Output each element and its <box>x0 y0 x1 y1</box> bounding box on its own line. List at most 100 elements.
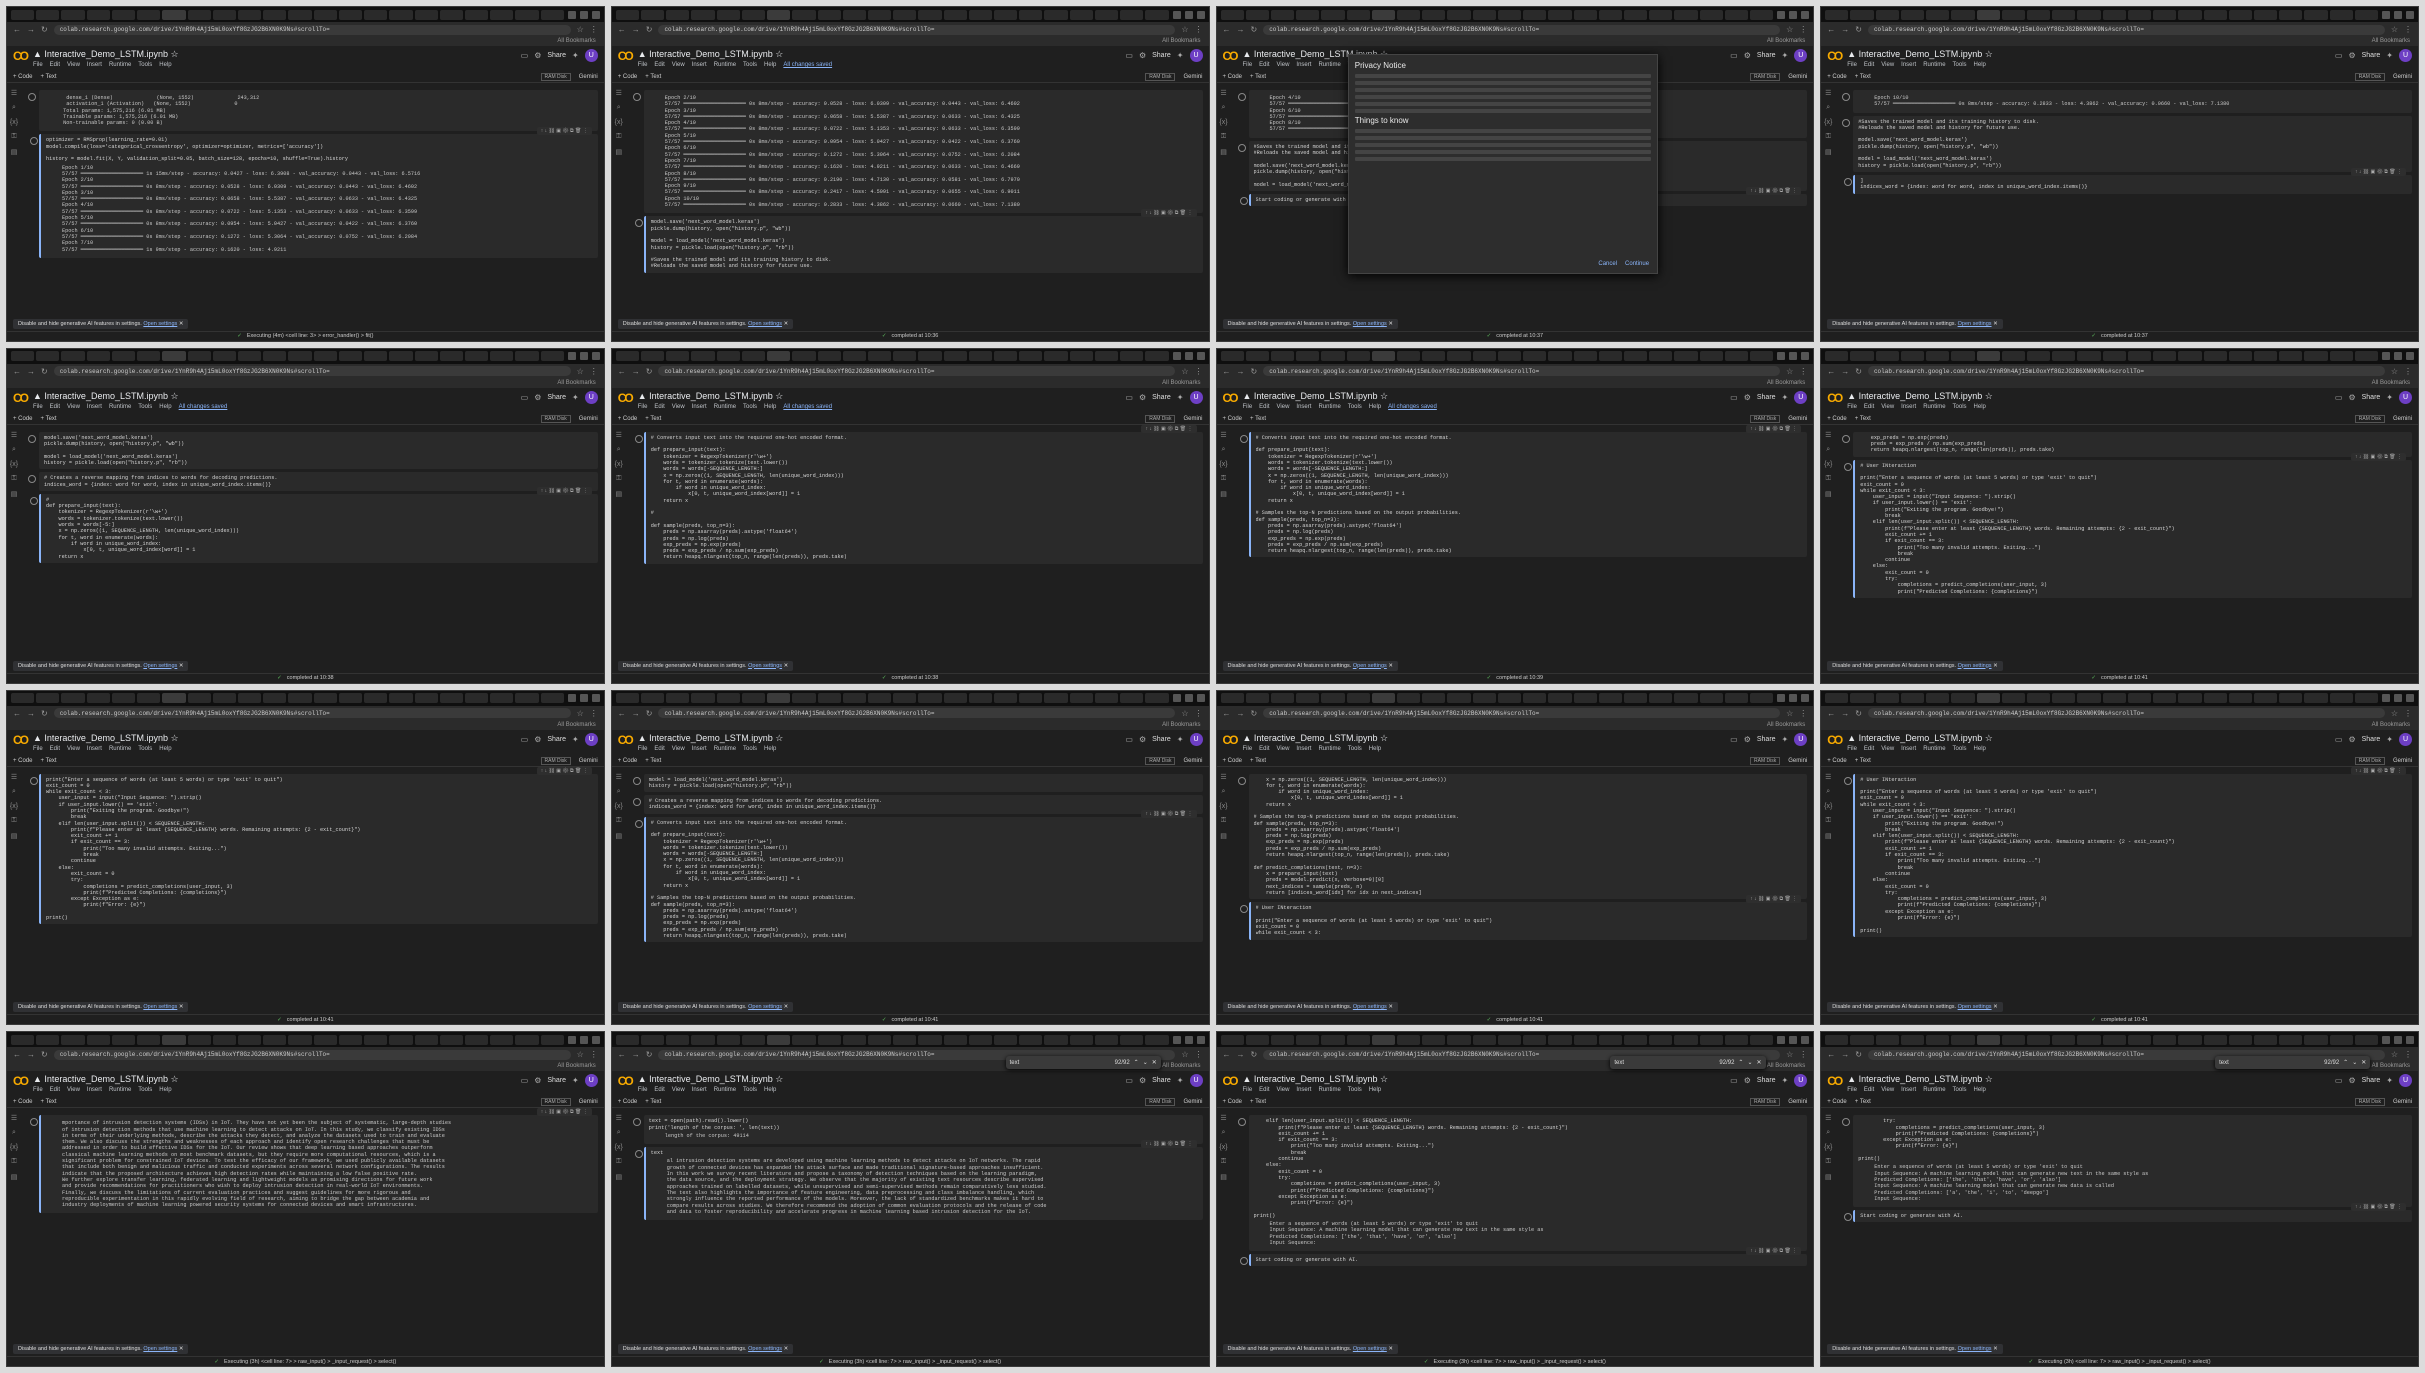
browser-tab[interactable] <box>2253 351 2278 362</box>
browser-tab[interactable] <box>464 351 489 362</box>
gemini-button[interactable]: Gemini <box>579 74 598 80</box>
browser-tab[interactable] <box>2228 351 2252 362</box>
notebook-title[interactable]: ▲ Interactive_Demo_LSTM.ipynb ☆ <box>33 733 515 744</box>
share-button[interactable]: Share <box>547 394 566 401</box>
browser-tab[interactable] <box>2052 9 2076 20</box>
browser-tab[interactable] <box>2001 9 2025 20</box>
browser-tab[interactable] <box>1094 693 1119 703</box>
colab-logo-icon[interactable]: CO <box>1827 1074 1843 1088</box>
browser-tab[interactable] <box>1069 693 1093 703</box>
reload-icon[interactable]: ↻ <box>1251 25 1258 34</box>
minimize-icon[interactable] <box>567 10 576 19</box>
star-icon[interactable]: ☆ <box>2391 1050 2398 1059</box>
menu-item-view[interactable]: View <box>67 1087 80 1093</box>
search-icon[interactable]: ⌕ <box>1222 788 1226 796</box>
browser-tab[interactable] <box>1825 9 1849 20</box>
star-icon[interactable]: ☆ <box>1985 49 1993 59</box>
gemini-icon[interactable]: ✦ <box>1177 735 1184 744</box>
menu-item-edit[interactable]: Edit <box>50 746 60 752</box>
forward-icon[interactable]: → <box>1237 1050 1245 1059</box>
gear-icon[interactable]: ⚙ <box>2348 1076 2355 1085</box>
menu-icon[interactable]: ⋮ <box>1195 367 1203 376</box>
browser-tab[interactable] <box>1120 351 1144 362</box>
run-cell-icon[interactable] <box>1844 177 1853 186</box>
browser-tab[interactable] <box>2279 351 2303 362</box>
browser-tab[interactable] <box>2102 693 2126 703</box>
browser-tab[interactable] <box>943 693 967 703</box>
toc-icon[interactable]: ☰ <box>1825 1114 1831 1122</box>
variables-icon[interactable]: {x} <box>1824 461 1832 468</box>
browser-tab[interactable] <box>2354 693 2379 703</box>
browser-tab[interactable] <box>288 351 312 362</box>
all-bookmarks-label[interactable]: All Bookmarks <box>2372 722 2410 728</box>
browser-tab[interactable] <box>313 1034 337 1045</box>
browser-tab[interactable] <box>86 351 110 362</box>
comment-icon[interactable]: ▭ <box>521 393 529 402</box>
menu-item-view[interactable]: View <box>672 1087 685 1093</box>
browser-tab[interactable] <box>515 693 539 703</box>
browser-tab[interactable] <box>86 693 110 703</box>
cell-code[interactable]: #Saves the trained model and its trainin… <box>1858 119 2407 169</box>
menu-icon[interactable]: ⋮ <box>1799 367 1807 376</box>
menu-item-file[interactable]: File <box>638 746 648 752</box>
gemini-button[interactable]: Gemini <box>2393 758 2412 764</box>
browser-tab[interactable] <box>943 351 967 362</box>
variables-icon[interactable]: {x} <box>615 1144 623 1151</box>
browser-tab[interactable] <box>2279 1034 2303 1045</box>
browser-tab[interactable] <box>1850 693 1874 703</box>
menu-item-edit[interactable]: Edit <box>654 746 664 752</box>
menu-item-help[interactable]: Help <box>764 62 776 68</box>
browser-tab[interactable] <box>1497 693 1522 703</box>
variables-icon[interactable]: {x} <box>10 803 18 810</box>
avatar[interactable]: U <box>1189 1074 1203 1088</box>
forward-icon[interactable]: → <box>27 25 35 34</box>
star-icon[interactable]: ☆ <box>1985 391 1993 401</box>
colab-logo-icon[interactable]: CO <box>1827 49 1843 63</box>
comment-icon[interactable]: ▭ <box>2335 735 2343 744</box>
browser-tab[interactable] <box>540 693 564 703</box>
run-cell-icon[interactable] <box>1237 776 1246 785</box>
browser-tab[interactable] <box>1699 693 1723 703</box>
run-cell-icon[interactable] <box>1239 196 1248 205</box>
notebook-title[interactable]: ▲ Interactive_Demo_LSTM.ipynb ☆ <box>638 1074 1120 1085</box>
browser-tab[interactable] <box>111 9 136 20</box>
forward-icon[interactable]: → <box>1841 1050 1849 1059</box>
gemini-icon[interactable]: ✦ <box>572 1076 579 1085</box>
menu-item-runtime[interactable]: Runtime <box>1923 746 1945 752</box>
all-bookmarks-label[interactable]: All Bookmarks <box>557 1063 595 1069</box>
forward-icon[interactable]: → <box>632 1050 640 1059</box>
ram-disk-indicator[interactable]: RAM Disk <box>1145 756 1176 765</box>
browser-tab[interactable] <box>1674 9 1698 20</box>
url-field[interactable]: colab.research.google.com/drive/1YnR9h4A… <box>53 24 571 35</box>
browser-tab[interactable] <box>1976 1034 2000 1045</box>
browser-tab[interactable] <box>1321 9 1345 20</box>
menu-item-view[interactable]: View <box>1277 404 1290 410</box>
code-cell[interactable]: ↑ ↓ ⛓ ▣ ⚙ ⧉ 🗑 ⋮ # User INteraction print(… <box>1844 452 2412 598</box>
maximize-icon[interactable] <box>2394 10 2403 19</box>
back-icon[interactable]: ← <box>1827 709 1835 718</box>
cell-code[interactable]: ] indices_word = {index: word for word, … <box>1860 178 2407 191</box>
toc-icon[interactable]: ☰ <box>1220 1114 1226 1122</box>
menu-item-runtime[interactable]: Runtime <box>109 62 131 68</box>
maximize-icon[interactable] <box>2394 352 2403 361</box>
browser-tab[interactable] <box>1548 351 1572 362</box>
star-icon[interactable]: ☆ <box>577 367 584 376</box>
gemini-icon[interactable]: ✦ <box>1782 735 1789 744</box>
colab-logo-icon[interactable]: CO <box>618 733 634 747</box>
browser-tab[interactable] <box>464 693 489 703</box>
browser-tab[interactable] <box>1900 1034 1925 1045</box>
browser-tab[interactable] <box>1094 351 1119 362</box>
find-input[interactable]: text <box>1010 1060 1111 1066</box>
comment-icon[interactable]: ▭ <box>521 51 529 60</box>
browser-tab[interactable] <box>490 9 514 20</box>
browser-tab[interactable] <box>1598 693 1622 703</box>
browser-tab[interactable] <box>918 351 942 362</box>
browser-tab[interactable] <box>237 351 262 362</box>
minimize-icon[interactable] <box>1777 10 1786 19</box>
url-field[interactable]: colab.research.google.com/drive/1YnR9h4A… <box>658 366 1176 377</box>
menu-item-view[interactable]: View <box>67 62 80 68</box>
code-cell[interactable]: ↑ ↓ ⛓ ▣ ⚙ ⧉ 🗑 ⋮ # Converts input text int… <box>1239 424 1808 558</box>
colab-logo-icon[interactable]: CO <box>13 733 29 747</box>
browser-tab[interactable] <box>968 1034 993 1045</box>
close-window-icon[interactable] <box>1801 1035 1810 1044</box>
